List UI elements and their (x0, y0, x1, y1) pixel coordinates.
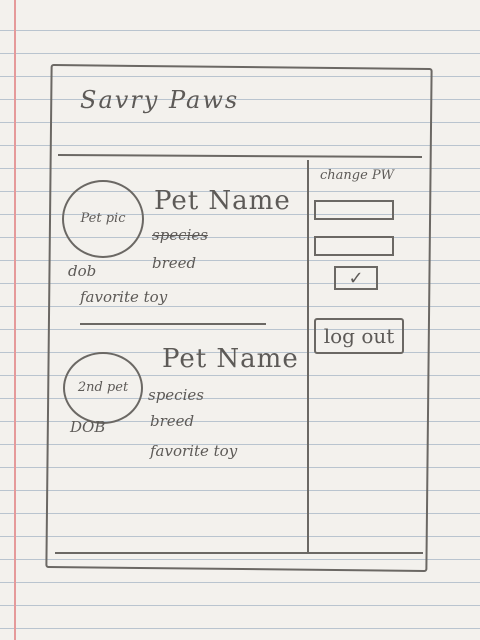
sidebar-divider (307, 160, 309, 552)
pet-2-name: Pet Name (162, 344, 299, 374)
pet-1-species: species (152, 226, 208, 244)
pet-2-species: species (148, 386, 204, 404)
pet-1-name: Pet Name (154, 186, 291, 216)
logout-button[interactable]: log out (314, 318, 404, 354)
change-password-label: change PW (320, 168, 395, 183)
paper-margin-line (14, 0, 16, 640)
submit-password-button[interactable]: ✓ (334, 266, 378, 290)
pet-1-dob: dob (68, 262, 97, 280)
password-field-2[interactable] (314, 236, 394, 256)
pet-2-avatar-label: 2nd pet (77, 380, 129, 395)
pet-1-favorite-toy: favorite toy (80, 288, 168, 306)
pet-2-favorite-toy: favorite toy (150, 442, 238, 460)
pet-1-avatar: Pet pic (62, 180, 144, 258)
pet-2-avatar: 2nd pet (63, 352, 143, 424)
pet-2-dob: DOB (70, 418, 106, 436)
pet-divider (80, 323, 266, 325)
pet-2-breed: breed (150, 412, 195, 430)
checkmark-icon: ✓ (348, 267, 364, 289)
pet-1-breed: breed (152, 254, 197, 272)
footer-divider (55, 552, 423, 554)
pet-1-avatar-label: Pet pic (80, 211, 126, 226)
app-title: Savry Paws (80, 86, 240, 114)
password-field-1[interactable] (314, 200, 394, 220)
